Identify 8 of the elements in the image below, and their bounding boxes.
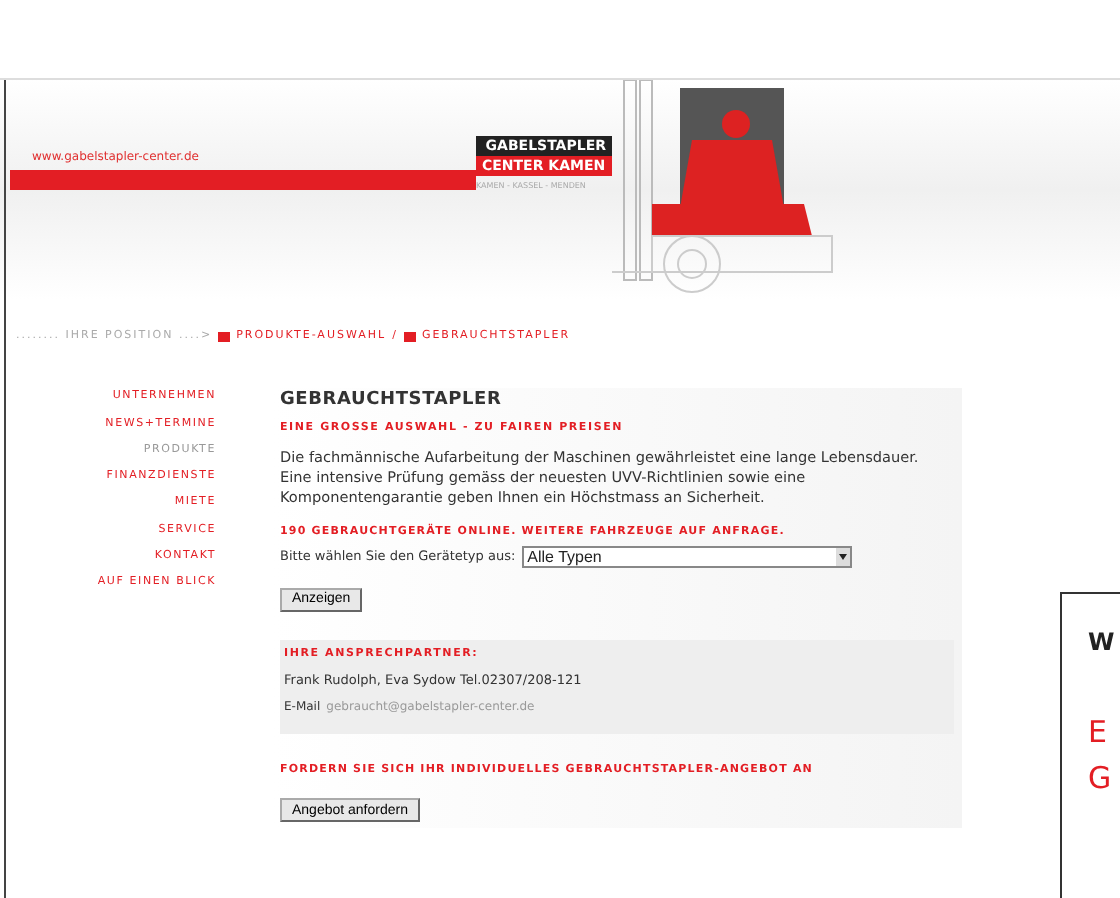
page-title: GEBRAUCHTSTAPLER [280,388,504,415]
popup-text: G [1088,764,1114,794]
popup-title: W [1088,630,1117,654]
caret-icon [835,548,850,567]
type-dropdown[interactable]: Alle Typen [521,546,852,569]
popup-text: E [1088,718,1109,748]
folder-icon [218,331,231,342]
folder-icon [403,331,416,342]
